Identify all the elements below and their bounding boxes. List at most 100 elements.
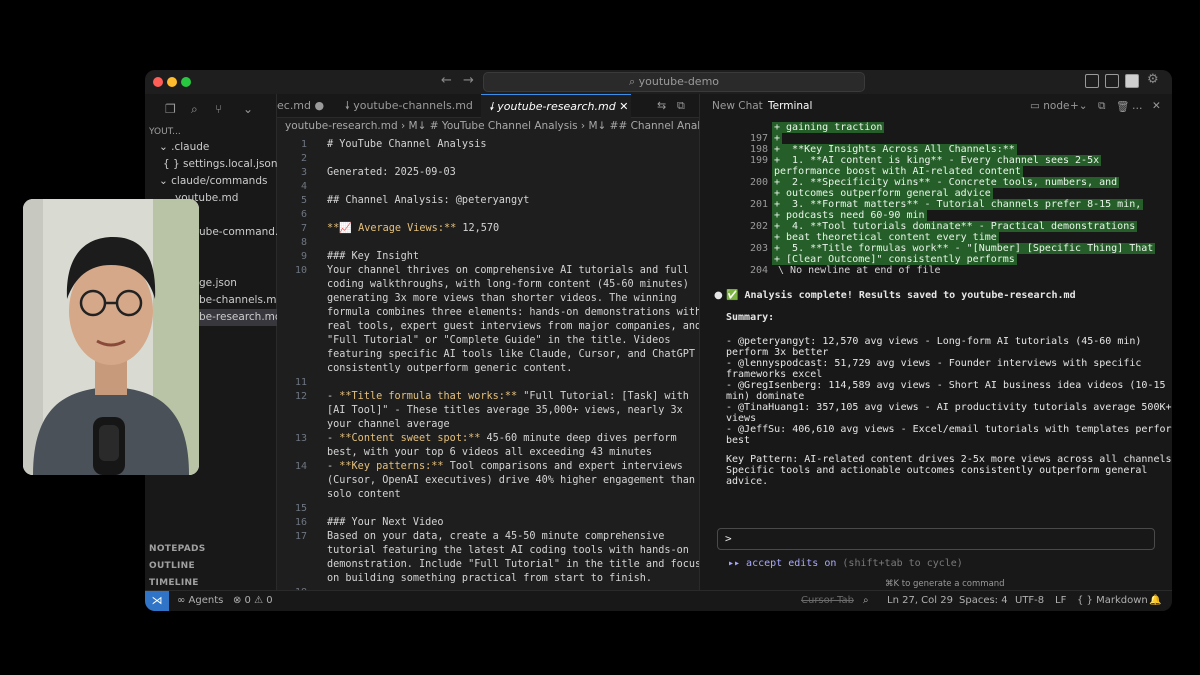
line-ending[interactable]: LF [1055, 595, 1066, 606]
tab-youtube-research[interactable]: 🠗 youtube-research.md ✕ [481, 94, 631, 118]
cursor-tab-status[interactable]: Cursor Tab [801, 595, 854, 606]
diff-line-number: 204 [750, 265, 769, 276]
zoom-window-button[interactable] [181, 77, 191, 87]
code-line[interactable]: coding walkthroughs, with long-form cont… [327, 278, 689, 292]
code-line[interactable]: real tools, expert guest interviews from… [327, 320, 701, 334]
forward-arrow-icon[interactable]: → [463, 73, 474, 88]
code-line[interactable]: formula combines three elements: hands-o… [327, 306, 701, 320]
tree-item-claude[interactable]: ⌄ .claude [145, 139, 277, 156]
code-line[interactable]: best, with your top 6 videos all exceedi… [327, 446, 652, 460]
code-line[interactable]: [AI Tool]" - These titles average 35,000… [327, 404, 683, 418]
tab-spec[interactable]: ec.md ● [277, 94, 324, 118]
tab-youtube-channels[interactable]: 🠗 youtube-channels.md [337, 94, 477, 118]
chevron-down-icon[interactable]: ⌄ [243, 102, 253, 116]
line-number: 12 [294, 391, 307, 402]
tree-item-settings[interactable]: { } settings.local.json [145, 156, 277, 173]
line-number: 13 [294, 433, 307, 444]
problems-status[interactable]: ⊗ 0 ⚠ 0 [233, 595, 273, 606]
summary-line: frameworks excel [726, 369, 823, 380]
code-line[interactable]: - **Title formula that works:** "Full Tu… [327, 390, 689, 404]
tree-item-commands[interactable]: ⌄ claude/commands [145, 173, 277, 190]
code-line[interactable]: your channel average [327, 418, 450, 432]
breadcrumb[interactable]: youtube-research.md › M↓ # YouTube Chann… [285, 120, 738, 132]
search-icon[interactable]: ⌕ [191, 102, 198, 117]
code-line[interactable]: Based on your data, create a 45-50 minut… [327, 530, 664, 544]
code-line[interactable]: on building something practical from sta… [327, 572, 652, 586]
summary-line: views [726, 413, 757, 424]
toggle-sidebar-icon[interactable] [1085, 74, 1099, 88]
tab-new-chat[interactable]: New Chat [712, 100, 763, 112]
toggle-panel-icon[interactable] [1105, 74, 1119, 88]
generate-command-hint: ⌘K to generate a command [885, 579, 1005, 589]
line-number: 3 [300, 167, 307, 178]
code-line[interactable]: generating 3x more views than shorter vi… [327, 292, 677, 306]
summary-line: - @peteryangyt: 12,570 avg views - Long-… [726, 336, 1142, 347]
code-line[interactable]: - **Key patterns:** Tool comparisons and… [327, 460, 683, 474]
open-changes-icon[interactable]: ⇆ [657, 94, 666, 118]
status-dot-icon: ● [714, 290, 723, 301]
split-terminal-icon[interactable]: ⧉ [1098, 100, 1106, 113]
source-control-icon[interactable]: ⑂ [215, 102, 222, 116]
diff-line: + **Key Insights Across All Channels:** [772, 144, 1017, 155]
new-terminal-icon[interactable]: +⌄ [1070, 100, 1088, 112]
terminal-panel: New Chat Terminal ▭ node +⌄ ⧉ 🗑 … ✕ + ga… [699, 94, 1172, 590]
code-line[interactable]: demonstration. Include "Full Tutorial" i… [327, 558, 701, 572]
indentation[interactable]: Spaces: 4 [959, 595, 1008, 606]
notifications-bell-icon[interactable]: 🔔 [1149, 595, 1161, 606]
agents-status[interactable]: ∞ Agents [177, 595, 223, 606]
diff-line-number: 203 [750, 243, 769, 254]
code-line[interactable]: featuring specific AI tools like Claude,… [327, 348, 695, 362]
zoom-icon[interactable]: ⌕ [863, 595, 869, 606]
settings-gear-icon[interactable]: ⚙ [1147, 72, 1159, 87]
diff-line: + [Clear Outcome]" consistently performs [772, 254, 1017, 265]
command-center-search[interactable]: ⌕ youtube-demo [483, 72, 865, 92]
extension-icon[interactable] [1125, 74, 1139, 88]
more-icon[interactable]: … [1132, 100, 1143, 112]
split-editor-icon[interactable]: ⧉ [677, 94, 685, 118]
code-line[interactable]: ### Key Insight [327, 250, 419, 264]
close-window-button[interactable] [153, 77, 163, 87]
code-line[interactable]: consistently outperform generic content. [327, 362, 572, 376]
section-notepads[interactable]: NOTEPADS [149, 544, 206, 554]
bold-key: **📈 Average Views:** [327, 223, 457, 234]
panel-tabs: New Chat Terminal ▭ node +⌄ ⧉ 🗑 … ✕ [700, 94, 1172, 118]
trash-icon[interactable]: 🗑 [1116, 100, 1129, 113]
editor-tabs: ec.md ● 🠗 youtube-channels.md 🠗 youtube-… [277, 94, 699, 118]
code-line[interactable]: ## Channel Analysis: @peteryangyt [327, 194, 529, 208]
cursor-position[interactable]: Ln 27, Col 29 [887, 595, 953, 606]
code-line[interactable]: "Full Tutorial" or "Complete Guide" in t… [327, 334, 670, 348]
diff-line: + [772, 133, 783, 144]
code-line[interactable]: ### Your Next Video [327, 516, 444, 530]
code-line[interactable]: **📈 Average Views:** 12,570 [327, 222, 499, 236]
code-line[interactable]: # YouTube Channel Analysis [327, 138, 486, 152]
terminal-shell-label[interactable]: ▭ node [1030, 100, 1069, 112]
summary-title: Summary: [726, 312, 775, 323]
minimize-window-button[interactable] [167, 77, 177, 87]
diff-line: + podcasts need 60-90 min [772, 210, 927, 221]
accept-edits-status[interactable]: ▸▸ accept edits on (shift+tab to cycle) [728, 558, 963, 569]
summary-line: - @JeffSu: 406,610 avg views - Excel/ema… [726, 424, 1172, 435]
prompt-input[interactable]: > [717, 528, 1155, 550]
summary-line: - @GregIsenberg: 114,589 avg views - Sho… [726, 380, 1166, 391]
diff-line: + 4. **Tool tutorials dominate** - Pract… [772, 221, 1138, 232]
language-mode[interactable]: { } Markdown [1077, 595, 1148, 606]
section-timeline[interactable]: TIMELINE [149, 578, 199, 588]
editor-pane: ec.md ● 🠗 youtube-channels.md 🠗 youtube-… [277, 94, 738, 598]
encoding[interactable]: UTF-8 [1015, 595, 1044, 606]
line-number: 17 [294, 531, 307, 542]
code-line[interactable]: Generated: 2025-09-03 [327, 166, 456, 180]
code-line[interactable]: (Cursor, OpenAI executives) drive 40% hi… [327, 474, 695, 488]
bold-key: **Title formula that works:** [339, 391, 518, 402]
code-line[interactable]: tutorial featuring the latest AI coding … [327, 544, 689, 558]
diff-line-number: 200 [750, 177, 769, 188]
explorer-icon[interactable]: ❐ [165, 102, 176, 116]
line-number: 5 [300, 195, 307, 206]
remote-icon[interactable]: ⋊ [145, 591, 169, 611]
tab-terminal[interactable]: Terminal [768, 100, 812, 112]
code-line[interactable]: solo content [327, 488, 401, 502]
section-outline[interactable]: OUTLINE [149, 561, 195, 571]
code-line[interactable]: - **Content sweet spot:** 45-60 minute d… [327, 432, 677, 446]
back-arrow-icon[interactable]: ← [441, 73, 452, 88]
code-line[interactable]: Your channel thrives on comprehensive AI… [327, 264, 689, 278]
close-panel-icon[interactable]: ✕ [1152, 100, 1161, 112]
